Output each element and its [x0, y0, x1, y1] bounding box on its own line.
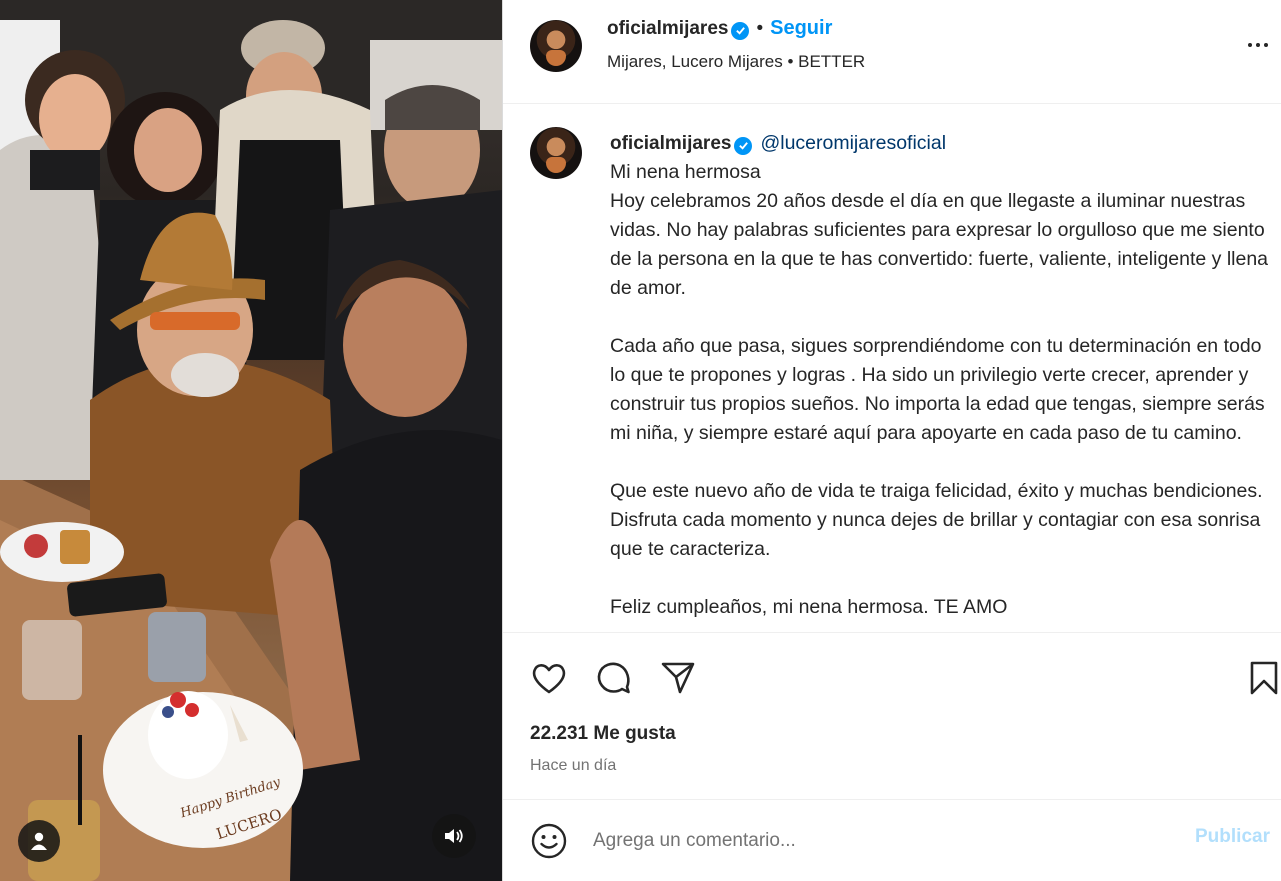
save-button[interactable]	[1245, 659, 1281, 697]
tag-people-button[interactable]	[18, 820, 60, 862]
heart-icon	[532, 664, 566, 694]
caption-mention-link[interactable]: @luceromijaresoficial	[760, 132, 946, 154]
send-icon	[661, 662, 695, 694]
emoji-icon	[531, 823, 567, 859]
author-avatar[interactable]	[530, 20, 582, 72]
more-dot	[1264, 43, 1268, 47]
caption-head: oficialmijares @luceromijaresoficial	[610, 129, 1270, 158]
likes-count[interactable]: 22.231 Me gusta	[530, 723, 676, 745]
post-actions: 22.231 Me gusta Hace un día	[503, 632, 1281, 799]
caption-author-avatar[interactable]	[530, 127, 582, 179]
caption-body: oficialmijares @luceromijaresoficial Mi n…	[610, 129, 1270, 622]
more-horizontal-icon	[1248, 43, 1252, 47]
more-dot	[1256, 43, 1260, 47]
more-options-button[interactable]	[1243, 30, 1273, 60]
emoji-button[interactable]	[530, 822, 568, 860]
follow-button[interactable]: Seguir	[770, 17, 832, 39]
caption-username[interactable]: oficialmijares	[610, 133, 731, 154]
comment-bar: Publicar	[503, 799, 1281, 881]
bookmark-icon	[1250, 661, 1278, 695]
comment-button[interactable]	[595, 659, 633, 697]
caption-text: Mi nena hermosa Hoy celebramos 20 años d…	[610, 161, 1269, 618]
post-audio-subtitle[interactable]: Mijares, Lucero Mijares • BETTER	[607, 52, 865, 72]
author-username[interactable]: oficialmijares	[607, 18, 728, 39]
publish-button[interactable]: Publicar	[1195, 826, 1270, 848]
sound-toggle-button[interactable]	[432, 814, 476, 858]
header-separator: •	[756, 18, 764, 39]
verified-badge-icon	[734, 136, 753, 155]
photo-illustration: Happy Birthday LUCERO	[0, 0, 502, 881]
user-tag-icon	[31, 832, 47, 850]
like-button[interactable]	[530, 659, 568, 697]
post-photo[interactable]: Happy Birthday LUCERO	[0, 0, 502, 881]
comment-input[interactable]	[593, 822, 1153, 860]
share-button[interactable]	[659, 659, 697, 697]
post-timestamp[interactable]: Hace un día	[530, 757, 616, 775]
post-details-panel: oficialmijares • Seguir Mijares, Lucero Mi…	[502, 0, 1281, 881]
header-title-line: oficialmijares • Seguir	[607, 17, 832, 40]
verified-badge-icon	[731, 21, 750, 40]
comment-icon	[597, 662, 630, 694]
post-header: oficialmijares • Seguir Mijares, Lucero Mi…	[503, 0, 1281, 104]
sound-icon	[445, 829, 463, 843]
caption-area[interactable]: oficialmijares @luceromijaresoficial Mi n…	[503, 105, 1281, 632]
